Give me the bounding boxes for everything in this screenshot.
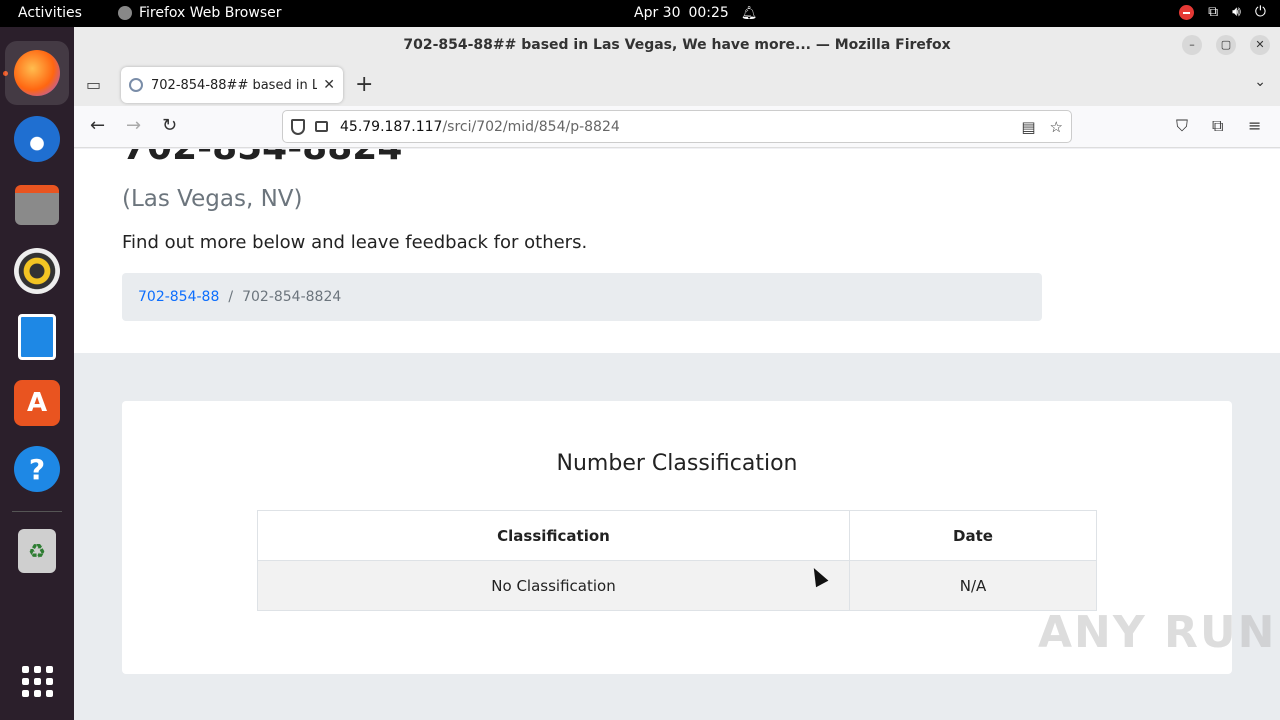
site-favicon-icon (129, 78, 143, 92)
close-window-button[interactable]: ✕ (1250, 35, 1270, 55)
web-page: 702-854-8824 (Las Vegas, NV) Find out mo… (74, 149, 1280, 720)
classification-table: Classification Date No Classification N/… (257, 510, 1097, 611)
breadcrumb-current: 702-854-8824 (242, 289, 342, 305)
back-icon[interactable]: ← (90, 115, 105, 136)
files-icon (15, 185, 59, 225)
clock-time: 00:25 (688, 5, 729, 21)
navigation-toolbar: ← → ↻ 45.79.187.117 /srci/702/mid/854/p-… (74, 106, 1280, 148)
table-header-row: Classification Date (257, 510, 1097, 561)
maximize-button[interactable]: ▢ (1216, 35, 1236, 55)
firefox-icon (14, 50, 60, 96)
column-header-classification: Classification (257, 510, 850, 561)
page-header: 702-854-8824 (Las Vegas, NV) Find out mo… (74, 149, 1280, 353)
writer-icon (18, 314, 56, 360)
app-center-icon: A (14, 380, 60, 426)
breadcrumb-separator: / (228, 289, 234, 305)
firefox-icon (118, 6, 132, 20)
window-title: 702-854-88## based in Las Vegas, We have… (403, 37, 951, 53)
breadcrumb: 702-854-88 / 702-854-8824 (122, 273, 1042, 321)
list-all-tabs-icon[interactable]: ⌄ (1254, 74, 1266, 90)
power-icon: ⏻ (1254, 4, 1266, 20)
window-titlebar: 702-854-88## based in Las Vegas, We have… (74, 27, 1280, 64)
rhythmbox-icon (14, 248, 60, 294)
help-icon: ? (14, 446, 60, 492)
dock-thunderbird[interactable] (5, 107, 69, 171)
dock-writer[interactable] (5, 305, 69, 369)
do-not-disturb-icon (1179, 4, 1195, 20)
app-menu-icon[interactable]: ≡ (1248, 116, 1261, 135)
trash-icon: ♻ (18, 529, 56, 573)
dock-rhythmbox[interactable] (5, 239, 69, 303)
dock-separator (12, 511, 62, 512)
table-row: No Classification N/A (257, 560, 1097, 611)
minimize-button[interactable]: – (1182, 35, 1202, 55)
reader-view-icon[interactable]: ▤ (1021, 118, 1035, 136)
pocket-icon[interactable]: ⛉ (1176, 116, 1188, 136)
dock-help[interactable]: ? (5, 437, 69, 501)
system-top-bar: Activities Firefox Web Browser Apr 30 00… (0, 0, 1280, 27)
cell-date: N/A (849, 560, 1097, 611)
new-tab-button[interactable]: + (355, 72, 373, 97)
show-apps-button[interactable] (5, 649, 69, 713)
dock-firefox[interactable] (5, 41, 69, 105)
network-icon: ⧉ (1208, 4, 1219, 20)
bell-icon: 🔔︎ (740, 5, 758, 21)
tab-bar: ▭ 702-854-88## based in Las Vegas ✕ + ⌄ (74, 64, 1280, 106)
thunderbird-icon (14, 116, 60, 162)
clock-date: Apr 30 (634, 5, 681, 21)
url-bar[interactable]: 45.79.187.117 /srci/702/mid/854/p-8824 ▤… (282, 110, 1072, 143)
app-grid-icon (21, 665, 53, 697)
breadcrumb-parent-link[interactable]: 702-854-88 (138, 289, 219, 305)
column-header-date: Date (849, 510, 1097, 561)
dock-trash[interactable]: ♻ (5, 519, 69, 583)
app-menu[interactable]: Firefox Web Browser (118, 5, 282, 21)
location-subtitle: (Las Vegas, NV) (122, 186, 303, 212)
dock-files[interactable] (5, 173, 69, 237)
url-path: /srci/702/mid/854/p-8824 (442, 118, 620, 135)
extensions-icon[interactable]: ⧉ (1212, 116, 1223, 136)
classification-heading: Number Classification (556, 451, 798, 476)
close-tab-icon[interactable]: ✕ (323, 77, 335, 93)
reload-icon[interactable]: ↻ (162, 115, 177, 136)
activities-button[interactable]: Activities (18, 5, 82, 21)
tracking-protection-icon[interactable] (291, 118, 305, 135)
forward-icon[interactable]: → (126, 115, 141, 136)
firefox-window: 702-854-88## based in Las Vegas, We have… (74, 27, 1280, 720)
system-tray[interactable]: ⧉ 🔊︎ ⏻ (1179, 4, 1266, 20)
app-name: Firefox Web Browser (139, 5, 282, 21)
page-title: 702-854-8824 (122, 149, 402, 168)
cell-classification: No Classification (257, 560, 850, 611)
dock: A ? ♻ (0, 27, 74, 720)
insecure-lock-icon[interactable] (315, 121, 328, 132)
clock[interactable]: Apr 30 00:25 🔔︎ (634, 5, 757, 21)
dock-app-center[interactable]: A (5, 371, 69, 435)
tab-active[interactable]: 702-854-88## based in Las Vegas ✕ (121, 67, 343, 103)
url-host: 45.79.187.117 (340, 118, 443, 135)
anyrun-watermark: ANY RUN (1038, 607, 1277, 658)
firefox-view-icon[interactable]: ▭ (86, 75, 101, 94)
volume-icon: 🔊︎ (1232, 4, 1241, 20)
tab-title: 702-854-88## based in Las Vegas (151, 77, 318, 93)
bookmark-star-icon[interactable]: ☆ (1050, 118, 1063, 136)
intro-text: Find out more below and leave feedback f… (122, 232, 588, 253)
